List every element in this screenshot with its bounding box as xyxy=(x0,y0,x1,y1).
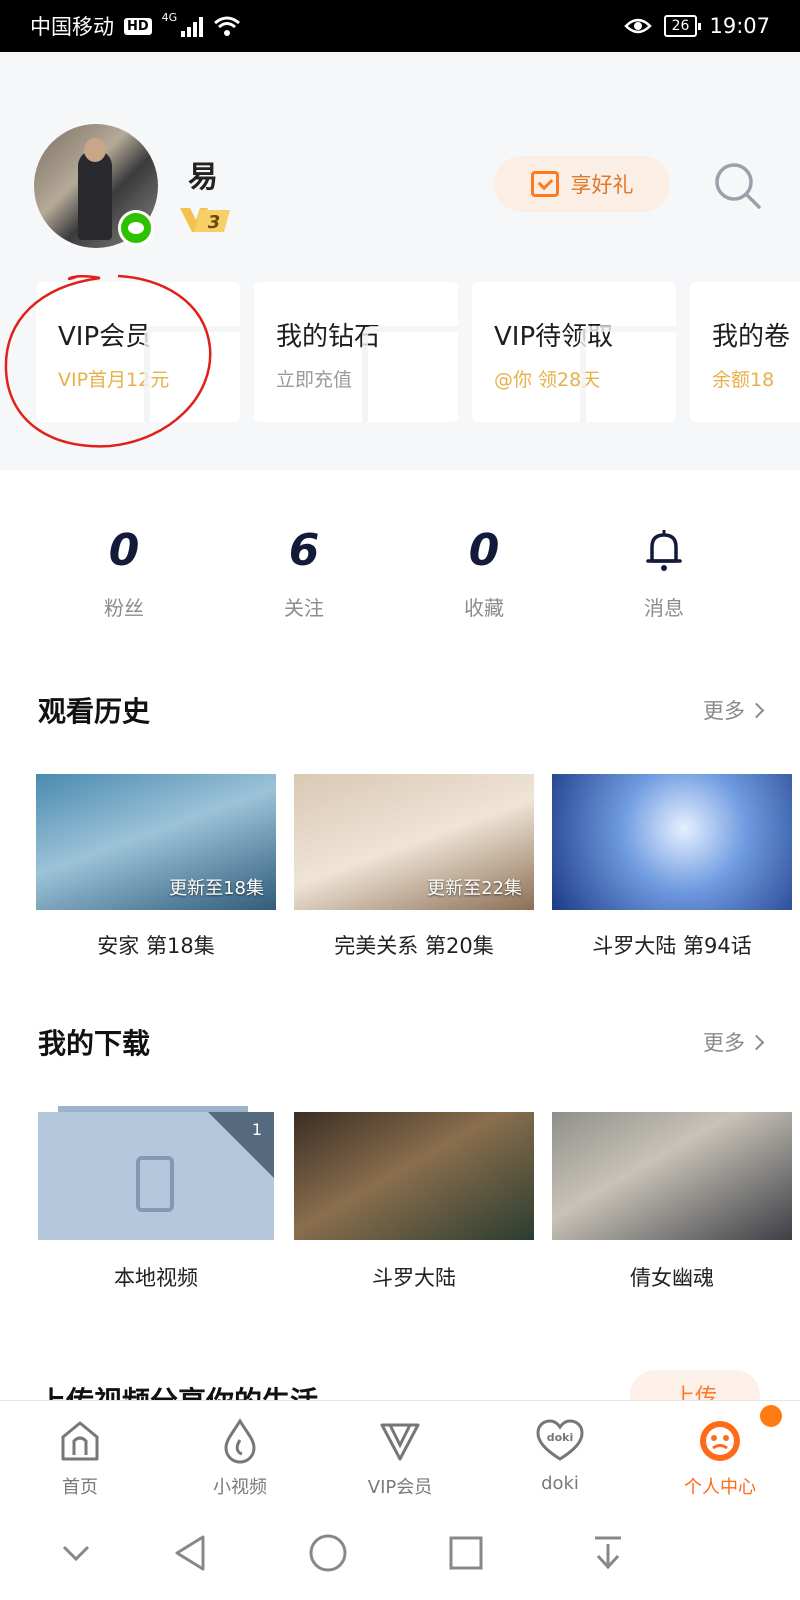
back-triangle-icon xyxy=(175,1535,205,1571)
download-caption[interactable]: 本地视频 xyxy=(36,1262,276,1292)
gift-button[interactable]: 享好礼 xyxy=(494,156,670,212)
section-title: 我的下载 xyxy=(38,1027,151,1060)
play-watermark-icon xyxy=(580,326,676,422)
collapse-button[interactable] xyxy=(46,1526,106,1580)
card-my-coupons[interactable]: 我的卷 余额18 xyxy=(690,282,800,422)
downloads-header: 我的下载 更多 xyxy=(38,1022,765,1062)
profile-header: 易 3 享好礼 VIP会员 VIP首月12元 我的钻石 立即充值 VIP待领取 … xyxy=(0,52,800,470)
history-caption[interactable]: 完美关系 第20集 xyxy=(294,930,534,960)
update-badge: 更新至18集 xyxy=(169,878,264,899)
local-video-folder[interactable]: 1 xyxy=(38,1106,274,1240)
home-system-button[interactable] xyxy=(298,1526,358,1580)
history-thumb-douluo[interactable] xyxy=(552,774,792,910)
card-title: 我的卷 xyxy=(712,322,791,352)
stats-row: 0 粉丝 6 关注 0 收藏 消息 xyxy=(0,520,800,630)
stat-value: 0 xyxy=(468,525,500,576)
back-button[interactable] xyxy=(160,1526,220,1580)
circle-home-icon xyxy=(309,1534,347,1572)
battery-icon: 26 xyxy=(663,15,702,37)
clock: 19:07 xyxy=(709,14,770,38)
more-label: 更多 xyxy=(703,699,745,723)
video-count: 1 xyxy=(251,1120,262,1139)
hd-badge: HD xyxy=(124,17,152,35)
download-caption[interactable]: 倩女幽魂 xyxy=(552,1262,792,1292)
phone-icon xyxy=(136,1156,174,1212)
nav-label: 小视频 xyxy=(213,1477,267,1498)
download-caption[interactable]: 斗罗大陆 xyxy=(294,1262,534,1292)
vip-level-number: 3 xyxy=(208,212,221,233)
nav-vip[interactable]: VIP会员 xyxy=(340,1415,460,1499)
square-recents-icon xyxy=(449,1536,483,1570)
card-my-diamonds[interactable]: 我的钻石 立即充值 xyxy=(254,282,458,422)
more-label: 更多 xyxy=(703,1031,745,1055)
stat-label: 粉丝 xyxy=(104,596,144,620)
history-more-link[interactable]: 更多 xyxy=(703,695,765,725)
section-title: 观看历史 xyxy=(38,695,151,728)
bell-icon xyxy=(646,530,682,571)
gift-button-label: 享好礼 xyxy=(570,173,634,197)
nav-label: doki xyxy=(541,1473,579,1494)
nav-doki[interactable]: doki doki xyxy=(500,1415,620,1494)
doki-heart-icon: doki xyxy=(536,1419,584,1461)
notification-dot xyxy=(760,1405,782,1427)
stat-messages[interactable]: 消息 xyxy=(604,520,724,621)
system-nav-bar xyxy=(0,1506,800,1600)
recents-button[interactable] xyxy=(436,1526,496,1580)
stat-favorites[interactable]: 0 收藏 xyxy=(424,520,544,621)
status-bar: 中国移动 HD 4G 26 19:07 xyxy=(0,0,800,52)
network-type: 4G xyxy=(161,11,178,24)
search-icon[interactable] xyxy=(712,160,764,212)
username[interactable]: 易 xyxy=(188,152,218,196)
history-header: 观看历史 更多 xyxy=(38,690,765,730)
diamond-watermark-icon xyxy=(362,326,458,422)
vip-level-badge[interactable]: 3 xyxy=(178,202,232,236)
download-thumb-douluo[interactable] xyxy=(294,1112,534,1240)
nav-home[interactable]: 首页 xyxy=(20,1415,140,1499)
vip-icon xyxy=(380,1423,420,1461)
bottom-nav: 首页 小视频 VIP会员 doki doki 个人中心 xyxy=(0,1400,800,1506)
chevron-right-icon xyxy=(748,702,765,718)
profile-face-icon xyxy=(700,1421,740,1461)
wechat-icon xyxy=(118,210,154,246)
nav-short-video[interactable]: 小视频 xyxy=(180,1415,300,1499)
stat-value: 6 xyxy=(288,525,320,576)
nav-profile[interactable]: 个人中心 xyxy=(660,1415,780,1499)
nav-label: 首页 xyxy=(62,1477,98,1498)
history-thumb-anjia[interactable]: 更新至18集 xyxy=(36,774,276,910)
svg-text:doki: doki xyxy=(547,1431,574,1444)
card-vip-to-claim[interactable]: VIP待领取 @你 领28天 xyxy=(472,282,676,422)
chevron-down-icon xyxy=(62,1545,90,1562)
card-subtitle: 余额18 xyxy=(712,369,775,391)
nav-label: VIP会员 xyxy=(367,1477,433,1498)
stat-label: 收藏 xyxy=(464,596,504,620)
wifi-icon xyxy=(214,16,241,36)
carrier-name: 中国移动 xyxy=(30,15,114,39)
stat-value: 0 xyxy=(108,525,140,576)
stat-label: 消息 xyxy=(644,596,684,620)
eye-icon xyxy=(623,18,652,34)
update-badge: 更新至22集 xyxy=(427,878,522,899)
diamond-watermark-icon xyxy=(144,326,240,422)
drop-icon xyxy=(224,1418,256,1464)
stat-following[interactable]: 6 关注 xyxy=(244,520,364,621)
calendar-check-icon xyxy=(530,171,559,197)
stat-label: 关注 xyxy=(284,596,324,620)
history-caption[interactable]: 安家 第18集 xyxy=(36,930,276,960)
history-thumb-perfect-relationship[interactable]: 更新至22集 xyxy=(294,774,534,910)
card-vip-member[interactable]: VIP会员 VIP首月12元 xyxy=(36,282,240,422)
chevron-right-icon xyxy=(748,1034,765,1050)
history-caption[interactable]: 斗罗大陆 第94话 xyxy=(552,930,792,960)
stat-fans[interactable]: 0 粉丝 xyxy=(64,520,184,621)
downloads-more-link[interactable]: 更多 xyxy=(703,1027,765,1057)
vip-cards-row: VIP会员 VIP首月12元 我的钻石 立即充值 VIP待领取 @你 领28天 … xyxy=(36,282,800,422)
home-icon xyxy=(61,1421,99,1461)
download-thumb-qiannu[interactable] xyxy=(552,1112,792,1240)
signal-icon xyxy=(181,15,204,37)
notification-pull-button[interactable] xyxy=(578,1526,638,1580)
pull-down-icon xyxy=(595,1536,621,1570)
nav-label: 个人中心 xyxy=(684,1477,756,1498)
